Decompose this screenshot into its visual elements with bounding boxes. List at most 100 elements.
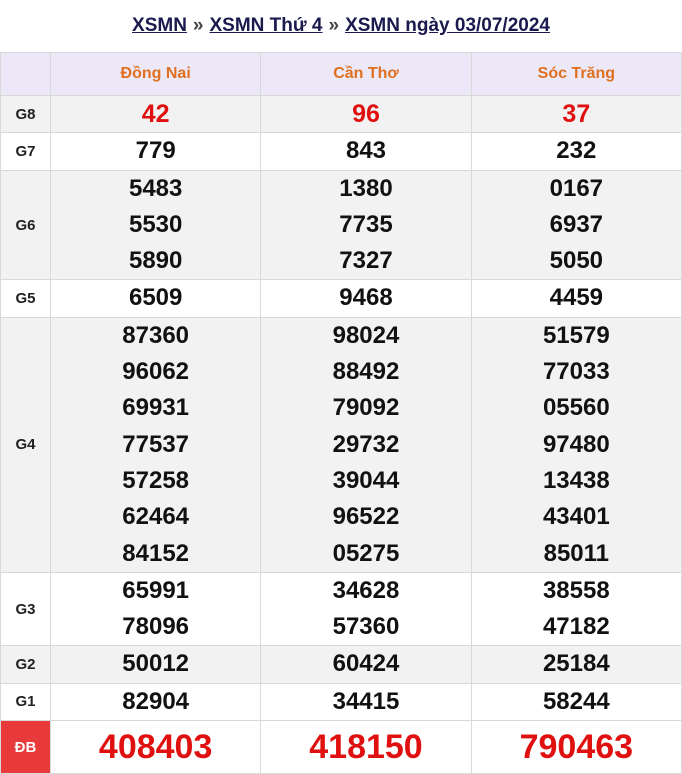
prize-row-g1: G1 82904 34415 58244 [0, 682, 682, 722]
result-number: 57360 [332, 613, 400, 641]
result-number: 29732 [332, 430, 400, 458]
prize-label: ĐB [0, 720, 51, 774]
result-number: 96522 [332, 503, 400, 531]
result-cell-soc-trang: 4459 [470, 279, 682, 318]
result-number: 98024 [332, 321, 400, 349]
result-cell-dong-nai: 65991 78096 [49, 571, 262, 647]
result-cell-soc-trang: 58244 [470, 682, 682, 722]
result-cell-can-tho: 418150 [260, 720, 472, 774]
result-number: 7327 [339, 247, 393, 275]
result-cell-can-tho: 34415 [260, 682, 472, 722]
result-number: 25184 [542, 650, 610, 678]
result-number: 58244 [542, 687, 610, 715]
result-number: 408403 [98, 728, 213, 767]
prize-row-g4: G4 87360 96062 69931 77537 57258 62464 84152 980… [0, 316, 682, 573]
result-cell-dong-nai: 42 [49, 94, 262, 134]
results-table: Đồng Nai Cần Thơ Sóc Trăng G8 42 96 37 G7 779… [0, 52, 682, 774]
prize-row-g8: G8 42 96 37 [0, 94, 682, 134]
result-number: 34415 [332, 687, 400, 715]
result-number: 6509 [128, 284, 183, 312]
breadcrumb-separator: » [328, 15, 340, 36]
prize-label: G8 [0, 94, 51, 134]
result-number: 43401 [542, 503, 610, 531]
result-number: 79092 [332, 394, 400, 422]
result-number: 77537 [122, 430, 190, 458]
prize-row-g3: G3 65991 78096 34628 57360 38558 47182 [0, 571, 682, 647]
result-cell-dong-nai: 6509 [49, 279, 262, 318]
column-header-dong-nai[interactable]: Đồng Nai [49, 52, 262, 96]
result-cell-soc-trang: 25184 [470, 645, 682, 684]
result-number: 51579 [542, 321, 610, 349]
column-header-soc-trang[interactable]: Sóc Trăng [470, 52, 682, 96]
result-number: 7735 [339, 210, 393, 238]
result-number: 5050 [549, 247, 604, 275]
result-number: 96062 [122, 358, 190, 386]
prize-label: G5 [0, 279, 51, 318]
result-number: 9468 [339, 284, 393, 312]
breadcrumb-link-xsmn-thu4[interactable]: XSMN Thứ 4 [210, 15, 323, 37]
result-number: 69931 [122, 394, 190, 422]
result-number: 62464 [122, 503, 190, 531]
result-cell-can-tho: 96 [260, 94, 472, 134]
result-number: 77033 [542, 358, 610, 386]
result-number: 790463 [519, 728, 634, 767]
result-number: 418150 [309, 728, 423, 767]
column-header-can-tho[interactable]: Cần Thơ [260, 52, 472, 96]
breadcrumb-link-xsmn[interactable]: XSMN [132, 15, 187, 37]
result-number: 843 [345, 137, 387, 165]
result-cell-can-tho: 60424 [260, 645, 472, 684]
result-number: 78096 [122, 613, 190, 641]
result-number: 82904 [122, 687, 190, 715]
result-cell-dong-nai: 5483 5530 5890 [49, 169, 262, 281]
result-number: 96 [352, 100, 380, 128]
prize-label: G4 [0, 316, 51, 573]
result-cell-dong-nai: 87360 96062 69931 77537 57258 62464 84152 [49, 316, 262, 573]
result-number: 42 [141, 100, 170, 128]
breadcrumb: XSMN » XSMN Thứ 4 » XSMN ngày 03/07/2024 [0, 0, 682, 52]
result-number: 05275 [332, 539, 400, 567]
result-cell-can-tho: 9468 [260, 279, 472, 318]
result-cell-soc-trang: 0167 6937 5050 [470, 169, 682, 281]
result-number: 39044 [332, 466, 400, 494]
result-number: 4459 [549, 284, 604, 312]
result-number: 6937 [549, 210, 604, 238]
result-number: 97480 [542, 430, 610, 458]
result-number: 13438 [542, 466, 610, 494]
breadcrumb-separator: » [192, 15, 204, 36]
table-header-row: Đồng Nai Cần Thơ Sóc Trăng [0, 52, 682, 96]
result-cell-soc-trang: 37 [470, 94, 682, 134]
prize-row-db: ĐB 408403 418150 790463 [0, 720, 682, 774]
prize-label: G3 [0, 571, 51, 647]
prize-row-g2: G2 50012 60424 25184 [0, 645, 682, 684]
result-number: 34628 [332, 576, 400, 604]
result-cell-soc-trang: 38558 47182 [470, 571, 682, 647]
result-number: 84152 [122, 539, 190, 567]
result-number: 87360 [122, 321, 190, 349]
result-cell-soc-trang: 51579 77033 05560 97480 13438 43401 85011 [470, 316, 682, 573]
result-number: 05560 [542, 394, 610, 422]
result-number: 88492 [332, 358, 400, 386]
result-number: 232 [556, 137, 597, 165]
result-number: 60424 [332, 650, 400, 678]
result-cell-dong-nai: 779 [49, 132, 262, 171]
result-cell-can-tho: 843 [260, 132, 472, 171]
result-number: 65991 [122, 576, 190, 604]
result-number: 37 [562, 100, 591, 128]
result-number: 5890 [128, 247, 183, 275]
prize-row-g5: G5 6509 9468 4459 [0, 279, 682, 318]
result-number: 50012 [122, 650, 190, 678]
result-number: 1380 [339, 174, 393, 202]
prize-label: G2 [0, 645, 51, 684]
result-cell-soc-trang: 790463 [470, 720, 682, 774]
result-number: 779 [135, 137, 176, 165]
result-number: 85011 [543, 539, 610, 567]
result-number: 0167 [549, 174, 604, 202]
result-number: 5530 [128, 210, 183, 238]
result-number: 38558 [542, 576, 610, 604]
breadcrumb-link-date[interactable]: XSMN ngày 03/07/2024 [345, 15, 550, 37]
header-blank-cell [0, 52, 51, 96]
result-number: 47182 [542, 613, 610, 641]
result-number: 57258 [122, 466, 190, 494]
prize-row-g7: G7 779 843 232 [0, 132, 682, 171]
prize-row-g6: G6 5483 5530 5890 1380 7735 7327 0167 6937 5050 [0, 169, 682, 281]
